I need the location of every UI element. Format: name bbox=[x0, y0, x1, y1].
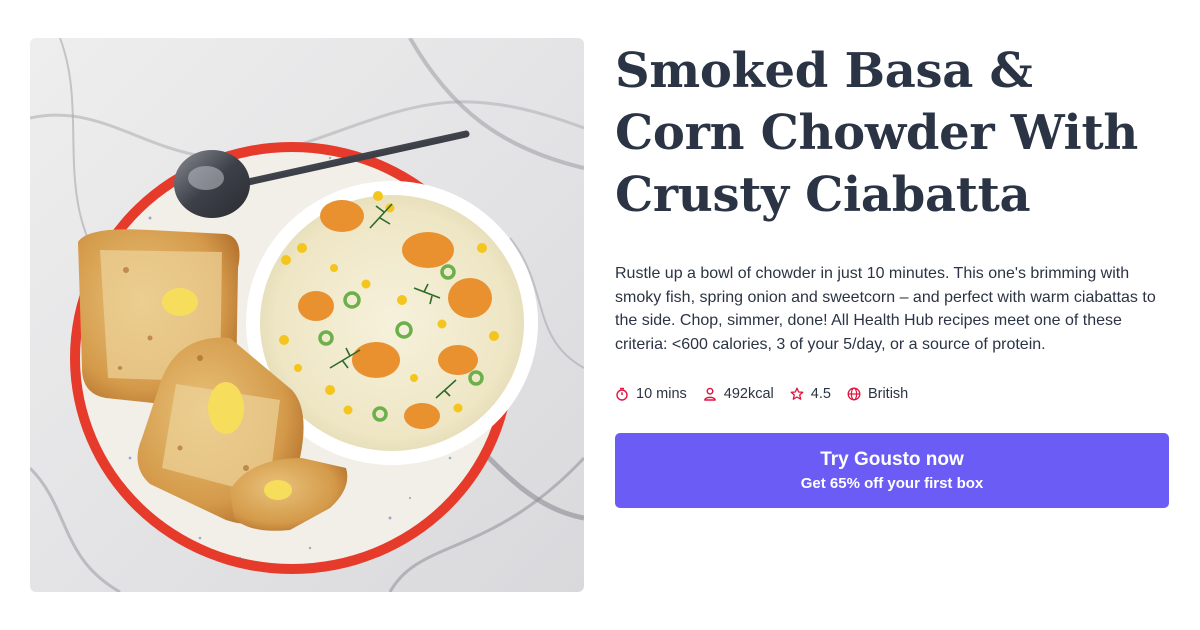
globe-icon bbox=[847, 387, 861, 401]
meta-cuisine: British bbox=[847, 386, 908, 402]
cta-main-label: Try Gousto now bbox=[820, 448, 964, 470]
meta-rating: 4.5 bbox=[790, 386, 831, 402]
person-icon bbox=[703, 387, 716, 401]
recipe-card: Smoked Basa & Corn Chowder With Crusty C… bbox=[0, 0, 1200, 630]
meta-time-label: 10 mins bbox=[636, 386, 687, 402]
recipe-description: Rustle up a bowl of chowder in just 10 m… bbox=[615, 265, 1156, 353]
meta-calories: 492kcal bbox=[703, 386, 774, 402]
try-gousto-button[interactable]: Try Gousto now Get 65% off your first bo… bbox=[615, 433, 1169, 508]
recipe-info: Smoked Basa & Corn Chowder With Crusty C… bbox=[615, 40, 1175, 402]
meta-time: 10 mins bbox=[615, 386, 687, 402]
recipe-title: Smoked Basa & Corn Chowder With Crusty C… bbox=[615, 43, 1138, 223]
meta-calories-label: 492kcal bbox=[723, 386, 774, 402]
meta-cuisine-label: British bbox=[867, 386, 909, 402]
recipe-photo bbox=[30, 38, 584, 592]
star-icon bbox=[790, 387, 804, 400]
recipe-meta: 10 mins 492kcal 4.5 British bbox=[615, 386, 1175, 402]
stopwatch-icon bbox=[616, 387, 628, 401]
cta-sub-label: Get 65% off your first box bbox=[800, 474, 984, 492]
meta-rating-label: 4.5 bbox=[810, 386, 831, 402]
